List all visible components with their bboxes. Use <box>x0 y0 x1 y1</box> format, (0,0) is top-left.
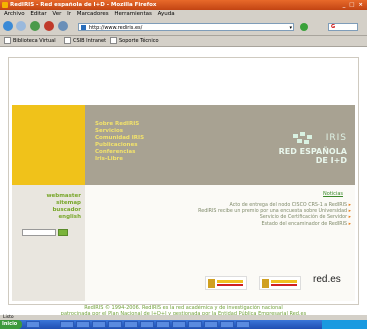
sidebar: webmaster sitemap buscador english <box>12 185 85 301</box>
menu-marcadores[interactable]: Marcadores <box>77 11 109 17</box>
sidebar-item-sitemap[interactable]: sitemap <box>46 200 81 207</box>
chevron-down-icon[interactable]: ▾ <box>289 24 292 32</box>
news-list: Acto de entrega del nodo CISCO CRS-1 a R… <box>198 203 351 228</box>
window-title: RedIRIS - Red española de I+D - Mozilla … <box>10 2 157 8</box>
flag-stripe <box>271 280 297 283</box>
taskbar-item[interactable] <box>60 321 74 328</box>
nav-servicios[interactable]: Servicios <box>95 128 144 135</box>
bookmarks-bar: Biblioteca Virtual CSIB Intranet Soporte… <box>0 36 367 47</box>
taskbar-item[interactable] <box>124 321 138 328</box>
taskbar-item[interactable] <box>188 321 202 328</box>
url-text: http://www.rediris.es/ <box>89 25 143 31</box>
menu-ver[interactable]: Ver <box>52 11 61 17</box>
nav-iris-libre[interactable]: Iris-Libre <box>95 156 144 163</box>
url-field[interactable]: http://www.rediris.es/ ▾ <box>78 23 294 31</box>
taskbar-item[interactable] <box>236 321 250 328</box>
nav-sobre-rediris[interactable]: Sobre RedIRIS <box>95 121 144 128</box>
menu-bar: Archivo Editar Ver Ir Marcadores Herrami… <box>0 10 367 19</box>
taskbar-item[interactable] <box>108 321 122 328</box>
site-search-button[interactable] <box>58 229 68 236</box>
flag-stripe <box>217 284 243 286</box>
search-engine-box[interactable]: G <box>328 23 358 31</box>
sidebar-item-webmaster[interactable]: webmaster <box>46 193 81 200</box>
bookmark-icon <box>64 37 71 44</box>
yellow-logo-block <box>12 105 85 185</box>
bookmark-csib[interactable]: CSIB Intranet <box>64 36 106 46</box>
menu-ayuda[interactable]: Ayuda <box>158 11 175 17</box>
site-search-input[interactable] <box>22 229 56 236</box>
go-button[interactable] <box>300 23 308 31</box>
page-icon <box>81 25 86 30</box>
flag-stripe <box>217 280 243 283</box>
ministerio-logo[interactable] <box>205 276 247 290</box>
brand-block: IRIS RED ESPAÑOLA DE I+D <box>279 133 347 165</box>
taskbar-item[interactable] <box>140 321 154 328</box>
coat-of-arms-icon <box>208 279 215 288</box>
red-es-logo[interactable]: red.es <box>313 274 341 285</box>
stop-icon[interactable] <box>44 21 54 31</box>
ministerio-logo[interactable] <box>259 276 301 290</box>
taskbar-item[interactable] <box>220 321 234 328</box>
forward-icon[interactable] <box>16 21 26 31</box>
news-heading[interactable]: Noticias <box>323 191 343 197</box>
site-nav: Sobre RedIRIS Servicios Comunidad IRIS P… <box>95 121 144 163</box>
nav-publicaciones[interactable]: Publicaciones <box>95 142 144 149</box>
taskbar-item[interactable] <box>204 321 218 328</box>
site-header: Sobre RedIRIS Servicios Comunidad IRIS P… <box>85 105 355 185</box>
sidebar-item-english[interactable]: english <box>46 214 81 221</box>
bookmark-soporte[interactable]: Soporte Técnico <box>110 36 159 46</box>
navigation-toolbar: http://www.rediris.es/ ▾ G <box>0 19 367 36</box>
brand-red-espanola: RED ESPAÑOLA <box>278 147 347 156</box>
system-tray[interactable] <box>322 320 367 329</box>
news-item[interactable]: Estado del encaminador de RedIRIS <box>198 222 351 228</box>
taskbar-item[interactable] <box>26 321 40 328</box>
taskbar: Inicio <box>0 320 367 329</box>
menu-editar[interactable]: Editar <box>30 11 46 17</box>
back-icon[interactable] <box>3 21 13 31</box>
bookmark-icon <box>110 37 117 44</box>
brand-idi: DE I+D <box>315 156 347 165</box>
home-icon[interactable] <box>58 21 68 31</box>
flag-stripe <box>271 284 297 286</box>
page-viewport: Sobre RedIRIS Servicios Comunidad IRIS P… <box>0 47 367 317</box>
bookmark-biblioteca[interactable]: Biblioteca Virtual <box>4 36 56 46</box>
menu-ir[interactable]: Ir <box>67 11 71 17</box>
nav-comunidad-iris[interactable]: Comunidad IRIS <box>95 135 144 142</box>
bookmark-icon <box>4 37 11 44</box>
start-button[interactable]: Inicio <box>0 320 22 329</box>
reload-icon[interactable] <box>30 21 40 31</box>
google-icon: G <box>331 24 336 30</box>
menu-herramientas[interactable]: Herramientas <box>114 11 151 17</box>
firefox-icon <box>2 2 8 8</box>
taskbar-item[interactable] <box>76 321 90 328</box>
nav-conferencias[interactable]: Conferencias <box>95 149 144 156</box>
taskbar-item[interactable] <box>172 321 186 328</box>
coat-of-arms-icon <box>262 279 269 288</box>
sponsor-logos: red.es <box>205 273 351 293</box>
brand-iris: IRIS <box>325 133 347 143</box>
taskbar-item[interactable] <box>156 321 170 328</box>
sidebar-links: webmaster sitemap buscador english <box>46 193 81 221</box>
taskbar-item[interactable] <box>92 321 106 328</box>
main-content: Noticias Acto de entrega del nodo CISCO … <box>85 185 355 301</box>
window-titlebar: RedIRIS - Red española de I+D - Mozilla … <box>0 0 367 10</box>
menu-archivo[interactable]: Archivo <box>4 11 25 17</box>
window-controls[interactable]: _ □ × <box>343 0 364 10</box>
sidebar-item-buscador[interactable]: buscador <box>46 207 81 214</box>
